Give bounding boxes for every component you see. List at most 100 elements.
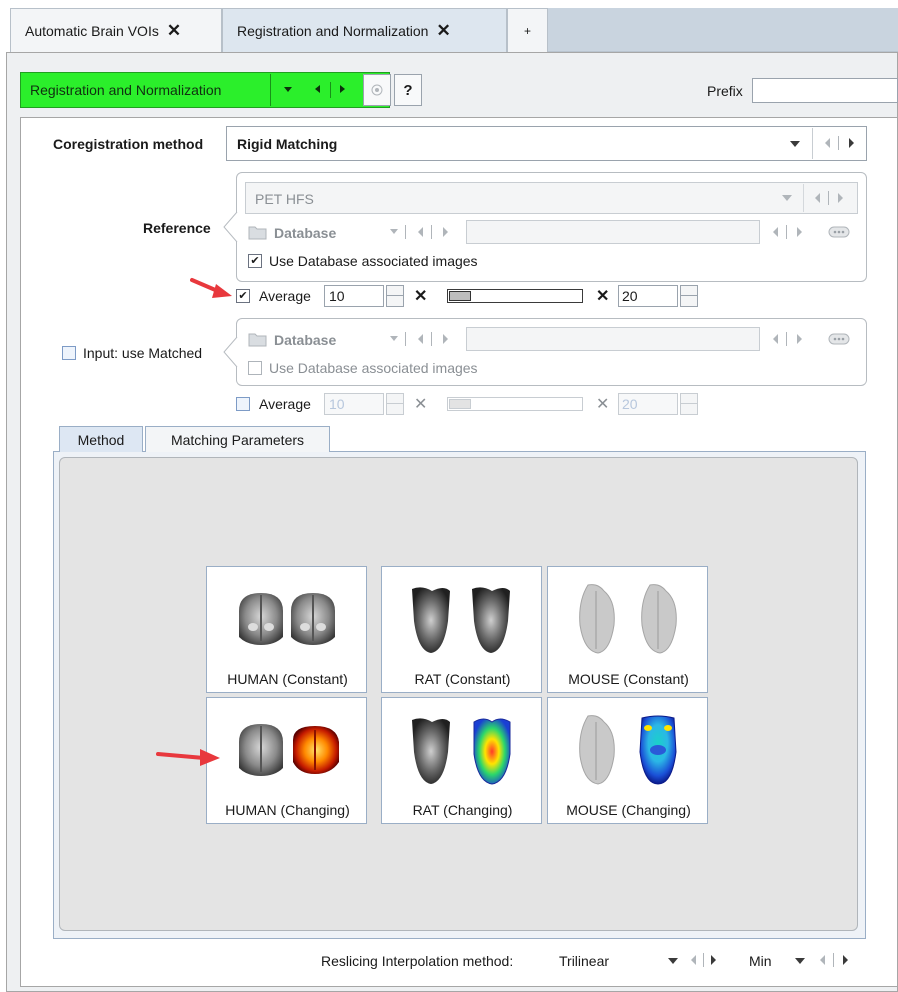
stepper[interactable] bbox=[680, 285, 698, 307]
close-icon[interactable]: ✕ bbox=[167, 21, 181, 41]
mouse-brain-changing-icon bbox=[579, 715, 677, 785]
previous-icon[interactable] bbox=[418, 334, 423, 344]
divider bbox=[386, 295, 404, 296]
stepper[interactable] bbox=[386, 285, 404, 307]
template-card-rat-changing[interactable]: RAT (Changing) bbox=[381, 697, 542, 824]
tab-automatic-brain-vois[interactable]: Automatic Brain VOIs ✕ bbox=[10, 8, 222, 52]
coregistration-method-value: Rigid Matching bbox=[237, 136, 338, 152]
tab-registration-and-normalization[interactable]: Registration and Normalization ✕ bbox=[222, 8, 507, 52]
next-icon[interactable] bbox=[838, 193, 843, 203]
min-select-value[interactable]: Min bbox=[749, 953, 772, 969]
previous-icon[interactable] bbox=[418, 227, 423, 237]
prefix-label: Prefix bbox=[707, 83, 743, 99]
next-icon[interactable] bbox=[843, 955, 848, 965]
divider bbox=[431, 332, 432, 346]
divider bbox=[703, 953, 704, 967]
tab-method[interactable]: Method bbox=[59, 426, 143, 452]
divider bbox=[833, 953, 834, 967]
times-icon: ✕ bbox=[596, 288, 610, 305]
template-label: HUMAN (Constant) bbox=[227, 671, 348, 687]
divider bbox=[786, 332, 787, 346]
times-icon: ✕ bbox=[414, 396, 428, 413]
chevron-down-icon[interactable] bbox=[790, 141, 800, 147]
input-use-matched-checkbox[interactable] bbox=[62, 346, 76, 360]
reslicing-method-value[interactable]: Trilinear bbox=[559, 953, 609, 969]
tab-label: Method bbox=[77, 431, 125, 448]
tab-matching-parameters[interactable]: Matching Parameters bbox=[145, 426, 330, 452]
next-icon[interactable] bbox=[443, 334, 448, 344]
radio-icon bbox=[371, 84, 383, 96]
reference-average-value: 10 bbox=[329, 288, 345, 304]
chevron-down-icon[interactable] bbox=[668, 958, 678, 964]
browse-icon[interactable] bbox=[828, 226, 850, 238]
reslicing-method-label: Reslicing Interpolation method: bbox=[321, 953, 514, 969]
chevron-down-icon[interactable] bbox=[795, 958, 805, 964]
previous-icon[interactable] bbox=[773, 227, 778, 237]
annotation-arrow-icon bbox=[156, 749, 220, 766]
reference-image-select[interactable] bbox=[245, 182, 858, 214]
previous-icon[interactable] bbox=[691, 955, 696, 965]
divider bbox=[838, 136, 839, 150]
template-card-human-constant[interactable]: HUMAN (Constant) bbox=[206, 566, 367, 693]
reference-path-field[interactable] bbox=[466, 220, 760, 244]
template-label: MOUSE (Constant) bbox=[568, 671, 689, 687]
stepper[interactable] bbox=[680, 393, 698, 415]
next-icon[interactable] bbox=[849, 138, 854, 148]
tab-label: Automatic Brain VOIs bbox=[25, 22, 159, 39]
reference-label: Reference bbox=[143, 220, 211, 236]
mouse-brain-icon bbox=[579, 584, 677, 654]
rat-brain-changing-icon bbox=[412, 718, 511, 785]
input-use-db-images-label: Use Database associated images bbox=[269, 360, 478, 376]
previous-icon[interactable] bbox=[773, 334, 778, 344]
input-average-value-2: 20 bbox=[622, 396, 638, 412]
next-icon[interactable] bbox=[797, 334, 802, 344]
chevron-down-icon[interactable] bbox=[390, 336, 398, 341]
reference-average-label: Average bbox=[259, 288, 311, 304]
close-icon[interactable]: ✕ bbox=[436, 21, 450, 41]
next-icon[interactable] bbox=[340, 85, 345, 93]
input-average-checkbox[interactable] bbox=[236, 397, 250, 411]
group-pointer bbox=[223, 337, 238, 367]
chevron-down-icon[interactable] bbox=[782, 195, 792, 201]
record-button[interactable] bbox=[363, 74, 391, 106]
rat-brain-icon bbox=[412, 587, 510, 653]
slider-thumb[interactable] bbox=[449, 291, 471, 301]
chevron-down-icon[interactable] bbox=[284, 87, 292, 92]
previous-icon[interactable] bbox=[315, 85, 320, 93]
divider bbox=[270, 74, 271, 106]
divider bbox=[803, 184, 804, 212]
help-button[interactable]: ? bbox=[394, 74, 422, 106]
tab-label: Registration and Normalization bbox=[237, 22, 429, 39]
previous-icon[interactable] bbox=[825, 138, 830, 148]
slider-thumb[interactable] bbox=[449, 399, 471, 409]
previous-icon[interactable] bbox=[820, 955, 825, 965]
divider bbox=[431, 225, 432, 239]
next-icon[interactable] bbox=[797, 227, 802, 237]
add-tab-button[interactable]: + bbox=[507, 8, 548, 52]
next-icon[interactable] bbox=[443, 227, 448, 237]
divider bbox=[386, 403, 404, 404]
next-icon[interactable] bbox=[711, 955, 716, 965]
reference-average-checkbox[interactable]: ✔ bbox=[236, 289, 250, 303]
template-card-mouse-constant[interactable]: MOUSE (Constant) bbox=[547, 566, 708, 693]
divider bbox=[680, 403, 698, 404]
stepper[interactable] bbox=[386, 393, 404, 415]
input-path-field[interactable] bbox=[466, 327, 760, 351]
annotation-arrow-icon bbox=[190, 278, 232, 298]
reference-average-value-2: 20 bbox=[622, 288, 638, 304]
template-card-rat-constant[interactable]: RAT (Constant) bbox=[381, 566, 542, 693]
prefix-input[interactable] bbox=[752, 78, 898, 103]
browse-icon[interactable] bbox=[828, 333, 850, 345]
divider bbox=[680, 295, 698, 296]
use-db-images-checkbox[interactable]: ✔ bbox=[248, 254, 262, 268]
previous-icon[interactable] bbox=[815, 193, 820, 203]
template-card-mouse-changing[interactable]: MOUSE (Changing) bbox=[547, 697, 708, 824]
tab-label: Matching Parameters bbox=[170, 431, 305, 448]
folder-icon bbox=[248, 333, 267, 347]
divider bbox=[330, 82, 331, 98]
chevron-down-icon[interactable] bbox=[390, 229, 398, 234]
input-use-db-images-checkbox[interactable] bbox=[248, 361, 262, 375]
reference-source-value[interactable]: Database bbox=[274, 225, 336, 241]
input-source-value[interactable]: Database bbox=[274, 332, 336, 348]
template-card-human-changing[interactable]: HUMAN (Changing) bbox=[206, 697, 367, 824]
